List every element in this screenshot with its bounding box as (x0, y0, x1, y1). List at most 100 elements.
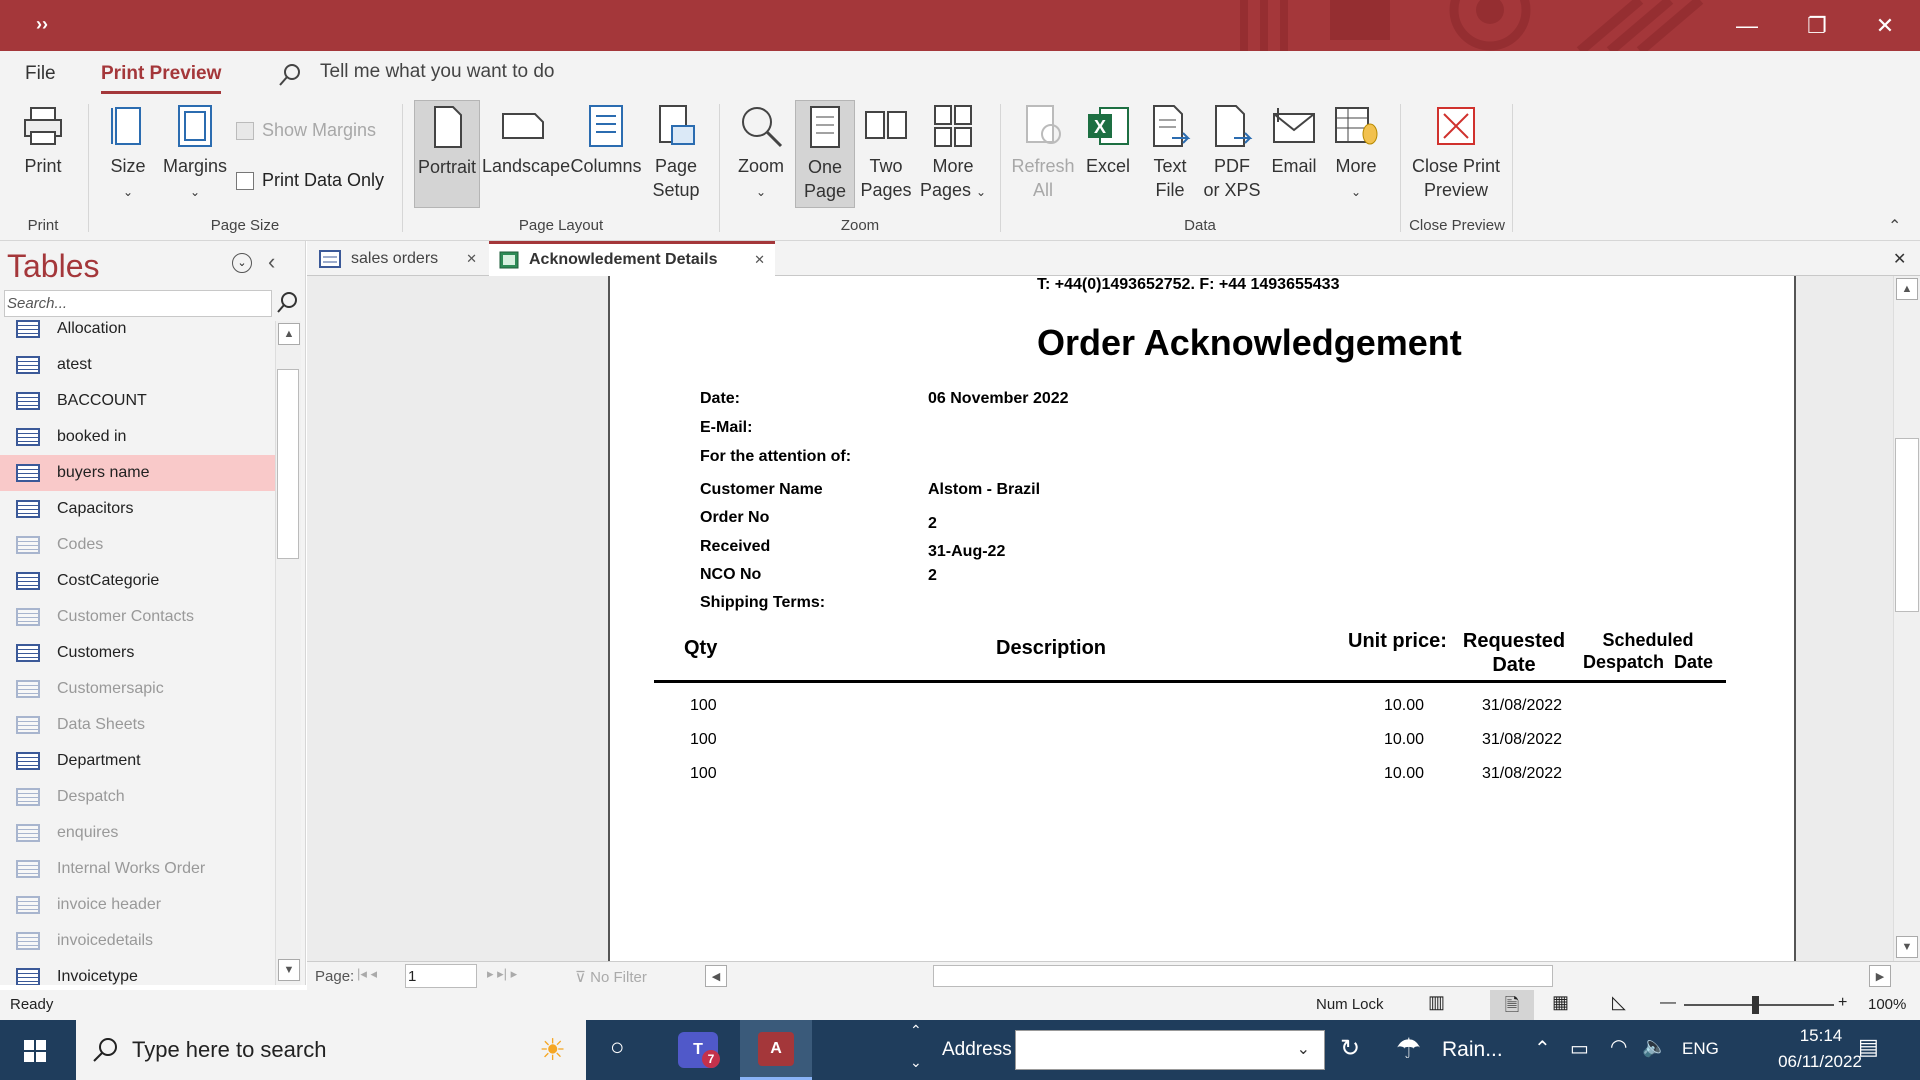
horizontal-scroll-thumb[interactable] (933, 965, 1553, 987)
address-input[interactable]: ⌄ (1015, 1030, 1325, 1070)
nav-scrollbar[interactable]: ▲ ▼ (275, 321, 301, 985)
text-file-export-button[interactable]: Text File (1140, 104, 1200, 202)
columns-button[interactable]: Columns (570, 104, 642, 178)
nav-item-codes[interactable]: Codes (0, 527, 275, 563)
restore-button[interactable]: ❐ (1782, 0, 1852, 51)
tab-close-icon[interactable]: ✕ (466, 251, 477, 267)
nav-item-department[interactable]: Department (0, 743, 275, 779)
windows-start-icon[interactable] (24, 1040, 46, 1062)
portrait-button[interactable]: Portrait (414, 100, 480, 208)
nav-item-data-sheets[interactable]: Data Sheets (0, 707, 275, 743)
weather-text[interactable]: Rain... (1442, 1038, 1503, 1062)
toolbar-up-icon[interactable]: ⌃ (910, 1022, 922, 1039)
page-setup-button[interactable]: Page Setup (648, 104, 704, 202)
nav-item-invoice-header[interactable]: invoice header (0, 887, 275, 923)
excel-export-button[interactable]: X Excel (1080, 104, 1136, 178)
layout-view-icon[interactable]: ▦ (1552, 992, 1569, 1013)
quick-access-expand-icon[interactable]: ›› (36, 14, 48, 35)
tab-acknowledement-details[interactable]: Acknowledement Details ✕ (489, 241, 775, 276)
customer-name-label: Customer Name (700, 481, 823, 498)
size-button[interactable]: Size ⌄ (100, 104, 156, 204)
scroll-left-icon[interactable]: ◀ (705, 965, 727, 987)
zoom-slider[interactable] (1684, 1004, 1834, 1006)
wifi-icon[interactable]: ◠ (1610, 1034, 1627, 1059)
zoom-button[interactable]: Zoom ⌄ (730, 104, 792, 204)
email-label: E-Mail: (700, 419, 753, 436)
pdf-export-button[interactable]: PDF or XPS (1200, 104, 1264, 202)
close-document-icon[interactable]: ✕ (1893, 249, 1906, 269)
nav-scroll-up-icon[interactable]: ▲ (278, 323, 300, 345)
nav-item-internal-works-order[interactable]: Internal Works Order (0, 851, 275, 887)
next-page-icon[interactable]: ▸ ▸| ▸ (487, 966, 517, 982)
nav-item-baccount[interactable]: BACCOUNT (0, 383, 275, 419)
tell-me-input[interactable]: Tell me what you want to do (320, 61, 554, 83)
nav-search-icon[interactable] (276, 291, 298, 315)
nav-item-customersapic[interactable]: Customersapic (0, 671, 275, 707)
nav-item-allocation[interactable]: Allocation (0, 319, 275, 347)
menu-file[interactable]: File (25, 63, 56, 85)
zoom-out-icon[interactable]: — (1660, 994, 1676, 1012)
tab-sales-orders[interactable]: sales orders ✕ (309, 241, 487, 276)
nav-menu-icon[interactable]: ⌄ (232, 253, 252, 273)
minimize-button[interactable]: — (1712, 0, 1782, 51)
scroll-up-icon[interactable]: ▲ (1896, 278, 1918, 300)
landscape-icon (502, 113, 544, 139)
landscape-button[interactable]: Landscape (482, 104, 570, 178)
nav-scroll-thumb[interactable] (277, 369, 299, 559)
refresh-address-icon[interactable]: ↻ (1340, 1034, 1360, 1063)
teams-icon[interactable]: T7 (678, 1032, 720, 1068)
one-page-button[interactable]: One Page (795, 100, 855, 208)
toolbar-down-icon[interactable]: ⌄ (910, 1054, 922, 1071)
close-window-button[interactable]: ✕ (1850, 0, 1920, 51)
scroll-right-icon[interactable]: ▶ (1869, 965, 1891, 987)
scheduled-header-1: Scheduled (1602, 630, 1694, 650)
zoom-level[interactable]: 100% (1868, 996, 1906, 1013)
nav-scroll-down-icon[interactable]: ▼ (278, 959, 300, 981)
nav-item-invoicedetails[interactable]: invoicedetails (0, 923, 275, 959)
scroll-down-icon[interactable]: ▼ (1896, 936, 1918, 958)
task-view-icon[interactable]: ○ (610, 1034, 625, 1062)
nav-item-despatch[interactable]: Despatch (0, 779, 275, 815)
page-number-input[interactable]: 1 (405, 964, 477, 988)
preview-scroll-thumb[interactable] (1895, 438, 1919, 612)
menu-print-preview[interactable]: Print Preview (101, 63, 222, 94)
taskbar-search-box[interactable]: Type here to search ☀ (76, 1020, 586, 1080)
email-button[interactable]: Email (1266, 104, 1322, 178)
volume-icon[interactable]: 🔈 (1642, 1034, 1667, 1059)
print-data-only-checkbox[interactable]: Print Data Only (236, 170, 384, 191)
nav-item-customer-contacts[interactable]: Customer Contacts (0, 599, 275, 635)
nav-item-enquires[interactable]: enquires (0, 815, 275, 851)
show-margins-checkbox[interactable]: Show Margins (236, 120, 376, 141)
preview-vertical-scrollbar[interactable]: ▲ ▼ (1893, 276, 1920, 961)
margins-button[interactable]: Margins ⌄ (160, 104, 230, 204)
zoom-in-icon[interactable]: + (1838, 994, 1847, 1012)
more-pages-button[interactable]: More Pages ⌄ (916, 104, 990, 204)
tab-close-icon[interactable]: ✕ (754, 252, 765, 268)
nav-item-customers[interactable]: Customers (0, 635, 275, 671)
nav-search-input[interactable]: Search... (4, 290, 272, 317)
language-indicator[interactable]: ENG (1682, 1039, 1719, 1059)
design-view-icon[interactable]: ◺ (1612, 992, 1626, 1013)
two-pages-button[interactable]: Two Pages (858, 104, 914, 202)
nav-collapse-icon[interactable]: ‹ (268, 249, 275, 275)
first-page-icon[interactable]: |◂ ◂ (357, 966, 377, 982)
print-button[interactable]: Print (12, 104, 74, 178)
more-export-button[interactable]: More ⌄ (1328, 104, 1384, 204)
battery-icon[interactable]: ▭ (1570, 1036, 1589, 1061)
form-view-icon[interactable]: ▥ (1428, 992, 1445, 1013)
no-filter-button[interactable]: ⊽ No Filter (575, 968, 647, 986)
nav-item-costcategorie[interactable]: CostCategorie (0, 563, 275, 599)
access-taskbar-button[interactable]: A (740, 1020, 812, 1080)
notifications-icon[interactable]: ▤ (1858, 1034, 1879, 1060)
nav-item-buyers-name[interactable]: buyers name (0, 455, 275, 491)
nav-item-invoicetype[interactable]: Invoicetype (0, 959, 275, 985)
nav-item-booked-in[interactable]: booked in (0, 419, 275, 455)
print-preview-view-icon[interactable]: 🗎 (1490, 990, 1534, 1020)
show-hidden-icons[interactable]: ⌃ (1534, 1036, 1551, 1061)
refresh-all-button[interactable]: Refresh All (1010, 104, 1076, 202)
nav-item-capacitors[interactable]: Capacitors (0, 491, 275, 527)
zoom-slider-thumb[interactable] (1752, 996, 1759, 1014)
close-print-preview-button[interactable]: Close Print Preview (1404, 104, 1508, 202)
nav-item-atest[interactable]: atest (0, 347, 275, 383)
collapse-ribbon-icon[interactable]: ⌃ (1888, 216, 1901, 236)
